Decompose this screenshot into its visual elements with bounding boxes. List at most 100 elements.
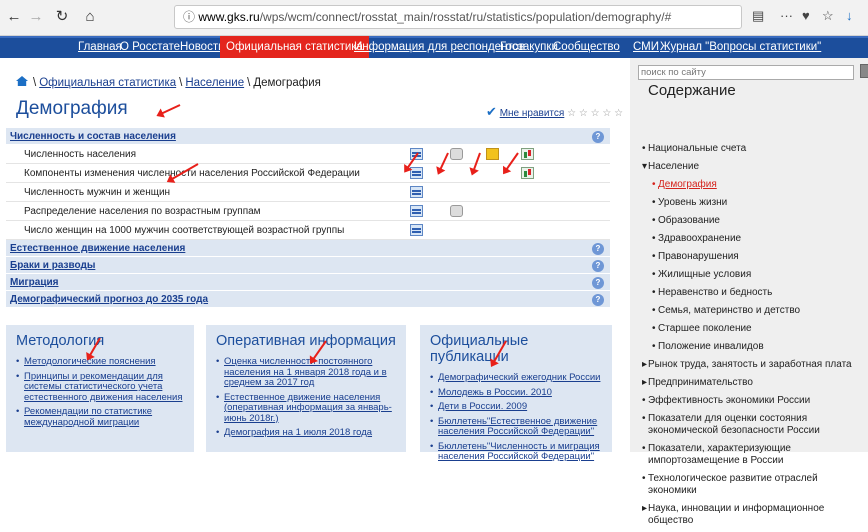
- chart-icon[interactable]: [521, 148, 534, 160]
- home-icon[interactable]: [16, 76, 28, 86]
- sidebar-item[interactable]: Население: [642, 160, 868, 173]
- sidebar-item[interactable]: Показатели, характеризующие импортозамещ…: [642, 442, 868, 467]
- sidebar-item[interactable]: Правонарушения: [652, 250, 868, 263]
- topnav-link[interactable]: Главная: [78, 41, 122, 53]
- box-title: Официальные публикации: [430, 333, 529, 365]
- topnav-link[interactable]: Сообщество: [553, 41, 620, 53]
- section-title[interactable]: Браки и разводы: [10, 260, 95, 271]
- box-link[interactable]: Молодежь в России. 2010: [430, 387, 602, 399]
- help-icon[interactable]: ?: [592, 260, 604, 272]
- table-icon[interactable]: [410, 205, 423, 217]
- sidebar-item[interactable]: Наука, инновации и информационное общест…: [642, 502, 868, 527]
- section-header[interactable]: Браки и разводы?: [6, 257, 610, 274]
- sidebar-item[interactable]: Положение инвалидов: [652, 340, 868, 353]
- box-link[interactable]: Естественное движение населения (операти…: [216, 392, 396, 425]
- search-input[interactable]: поиск по сайту: [638, 65, 854, 80]
- forward-icon[interactable]: →: [26, 7, 46, 27]
- table-icon[interactable]: [410, 224, 423, 236]
- section-header[interactable]: Демографический прогноз до 2035 года?: [6, 291, 610, 308]
- sidebar-item[interactable]: Образование: [652, 214, 868, 227]
- section-header[interactable]: Миграция?: [6, 274, 610, 291]
- sidebar-item[interactable]: Технологическое развитие отраслей эконом…: [642, 472, 868, 497]
- topnav-link[interactable]: Журнал "Вопросы статистики": [660, 41, 821, 53]
- section-header[interactable]: Естественное движение населения?: [6, 240, 610, 257]
- sidebar-item[interactable]: Предпринимательство: [642, 376, 868, 389]
- top-navigation: Главная О Росстате Новости Официальная стат…: [0, 36, 868, 58]
- database-icon[interactable]: [450, 148, 463, 160]
- chart-icon[interactable]: [521, 167, 534, 179]
- folder-icon[interactable]: [486, 148, 499, 160]
- topnav-link[interactable]: Официальная статистика: [220, 36, 369, 58]
- topnav-link[interactable]: Новости: [180, 41, 225, 53]
- sidebar-item[interactable]: Уровень жизни: [652, 196, 868, 209]
- help-icon[interactable]: ?: [592, 131, 604, 143]
- row-label: Число женщин на 1000 мужчин соответствую…: [24, 225, 345, 236]
- reader-icon[interactable]: ▤: [752, 8, 764, 24]
- box-link[interactable]: Принципы и рекомендации для системы стат…: [16, 371, 184, 404]
- box-link[interactable]: Бюллетень"Численность и миграция населен…: [430, 441, 602, 463]
- breadcrumb-link[interactable]: Население: [185, 77, 244, 89]
- content-area: \ Официальная статистика \ Население \ Демогр…: [0, 58, 623, 462]
- back-icon[interactable]: ←: [4, 7, 24, 27]
- download-icon[interactable]: ↓: [846, 8, 853, 23]
- sidebar-item[interactable]: Здравоохранение: [652, 232, 868, 245]
- box-link[interactable]: Методологические пояснения: [16, 356, 184, 368]
- sidebar-item[interactable]: Национальные счета: [642, 142, 868, 155]
- help-icon[interactable]: ?: [592, 243, 604, 255]
- more-icon[interactable]: ···: [780, 8, 793, 23]
- sidebar-item[interactable]: Эффективность экономики России: [642, 394, 868, 407]
- table-icon[interactable]: [410, 186, 423, 198]
- browser-toolbar: ← → ↻ ⌂ ⓘ www.gks.ru/wps/wcm/connect/ros…: [0, 0, 868, 36]
- breadcrumb: \ Официальная статистика \ Население \ Демогр…: [16, 76, 321, 89]
- section-header[interactable]: Численность и состав населения?: [6, 128, 610, 145]
- section-title[interactable]: Демографический прогноз до 2035 года: [10, 294, 208, 305]
- table-row: Распределение населения по возрастным гр…: [6, 202, 610, 221]
- sidebar-item[interactable]: Семья, материнство и детство: [652, 304, 868, 317]
- info-icon[interactable]: ⓘ: [183, 10, 195, 24]
- rating-stars[interactable]: ☆ ☆ ☆ ☆ ☆: [567, 108, 623, 119]
- breadcrumb-current: Демография: [253, 77, 321, 89]
- box-title: Оперативная информация: [216, 333, 396, 349]
- home-icon[interactable]: ⌂: [80, 7, 100, 27]
- section-title[interactable]: Миграция: [10, 277, 58, 288]
- box-link[interactable]: Демография на 1 июля 2018 года: [216, 427, 396, 439]
- sidebar-item[interactable]: Рынок труда, занятость и заработная плат…: [642, 358, 868, 371]
- search-button[interactable]: [860, 64, 868, 78]
- box-link[interactable]: Дети в России. 2009: [430, 401, 602, 413]
- sidebar-title: Содержание: [648, 82, 736, 99]
- topnav-link[interactable]: О Росстате: [120, 41, 180, 53]
- sidebar-item[interactable]: Старшее поколение: [652, 322, 868, 335]
- sidebar-item[interactable]: Показатели для оценки состояния экономич…: [642, 412, 868, 437]
- box-links: Методологические пояснения Принципы и рек…: [16, 356, 184, 428]
- breadcrumb-link[interactable]: Официальная статистика: [39, 77, 176, 89]
- table-row: Численность населения: [6, 145, 610, 164]
- pocket-icon[interactable]: ♥: [802, 8, 810, 23]
- like-link[interactable]: Мне нравится: [500, 108, 565, 119]
- checkmark-icon: ✔: [486, 104, 497, 119]
- breadcrumb-separator: \: [33, 77, 37, 89]
- reload-icon[interactable]: ↻: [52, 7, 72, 27]
- help-icon[interactable]: ?: [592, 294, 604, 306]
- section-title[interactable]: Численность и состав населения: [10, 131, 176, 142]
- info-box: Методология Методологические пояснения При…: [6, 325, 194, 452]
- section-title[interactable]: Естественное движение населения: [10, 243, 185, 254]
- topnav-link[interactable]: Госзакупки: [500, 41, 558, 53]
- help-icon[interactable]: ?: [592, 277, 604, 289]
- box-link[interactable]: Демографический ежегодник России: [430, 372, 602, 384]
- database-icon[interactable]: [450, 205, 463, 217]
- bookmark-star-icon[interactable]: ☆: [822, 8, 834, 24]
- box-link[interactable]: Бюллетень"Естественное движение населени…: [430, 416, 602, 438]
- box-title: Методология: [16, 333, 105, 349]
- like-widget[interactable]: ✔ Мне нравится ☆ ☆ ☆ ☆ ☆: [486, 104, 623, 120]
- box-links: Демографический ежегодник России Молодежь…: [430, 372, 602, 463]
- address-bar[interactable]: ⓘ www.gks.ru/wps/wcm/connect/rosstat_mai…: [174, 5, 742, 29]
- breadcrumb-separator: \: [179, 77, 183, 89]
- sidebar-item[interactable]: Демография: [652, 178, 868, 191]
- sidebar-item[interactable]: Неравенство и бедность: [652, 286, 868, 299]
- row-label: Численность мужчин и женщин: [24, 187, 171, 198]
- info-box: Оперативная информация Оценка численности…: [206, 325, 406, 452]
- box-link[interactable]: Рекомендации по статистике международной…: [16, 406, 184, 428]
- topnav-link[interactable]: СМИ: [633, 41, 659, 53]
- page-title: Демография: [16, 98, 128, 119]
- sidebar-item[interactable]: Жилищные условия: [652, 268, 868, 281]
